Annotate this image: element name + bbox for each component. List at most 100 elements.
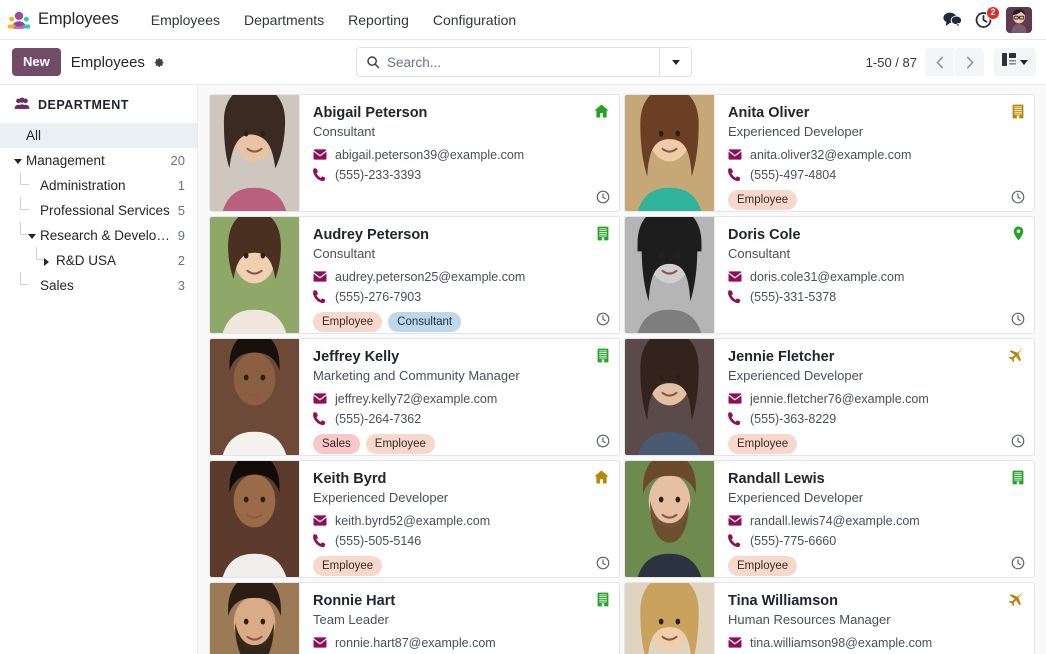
sidebar-item-rd-usa[interactable]: R&D USA 2 <box>0 248 197 273</box>
employee-phone-row[interactable]: (555)-505-5146 <box>313 531 609 551</box>
clock-icon[interactable] <box>1011 190 1025 204</box>
clock-icon[interactable] <box>1011 556 1025 570</box>
employee-card-7[interactable]: Randall Lewis Experienced Developer rand… <box>624 460 1035 578</box>
menu-item-employees[interactable]: Employees <box>139 8 232 32</box>
employee-card-6[interactable]: Keith Byrd Experienced Developer keith.b… <box>209 460 620 578</box>
clock-icon[interactable] <box>1011 434 1025 448</box>
menu-item-reporting[interactable]: Reporting <box>336 8 421 32</box>
top-navbar: Employees Employees Departments Reportin… <box>0 0 1046 40</box>
clock-icon[interactable] <box>1011 312 1025 326</box>
employee-email-row[interactable]: jennie.fletcher76@example.com <box>728 389 1024 409</box>
sidebar-item-research-and-development[interactable]: Research & Develop... 9 <box>0 223 197 248</box>
sidebar-item-sales[interactable]: Sales 3 <box>0 273 197 298</box>
chevron-down-icon[interactable] <box>28 234 36 239</box>
employee-name[interactable]: Jennie Fletcher <box>728 348 1024 367</box>
employee-phone-row[interactable]: (555)-331-5378 <box>728 287 1024 307</box>
chat-bubble-icon[interactable] <box>943 11 962 28</box>
pager-buttons <box>925 48 984 76</box>
clock-activity-icon[interactable]: 2 <box>975 11 993 29</box>
employee-name[interactable]: Randall Lewis <box>728 470 1024 489</box>
employee-photo <box>625 461 715 577</box>
employee-name[interactable]: Tina Williamson <box>728 592 1024 611</box>
employee-card-1[interactable]: Anita Oliver Experienced Developer anita… <box>624 94 1035 212</box>
employee-email-row[interactable]: doris.cole31@example.com <box>728 267 1024 287</box>
plane-icon[interactable] <box>1008 348 1024 363</box>
menu-item-configuration[interactable]: Configuration <box>421 8 528 32</box>
employee-email-row[interactable]: randall.lewis74@example.com <box>728 511 1024 531</box>
sidebar-item-professional-services[interactable]: Professional Services 5 <box>0 198 197 223</box>
employee-name[interactable]: Doris Cole <box>728 226 1024 245</box>
chevron-down-icon[interactable] <box>14 159 22 164</box>
employee-email: audrey.peterson25@example.com <box>335 267 525 287</box>
employees-app-icon[interactable] <box>6 7 32 33</box>
avatar[interactable] <box>1006 7 1032 33</box>
pager-previous-button[interactable] <box>925 48 954 76</box>
gear-icon[interactable] <box>152 56 165 69</box>
kanban-card[interactable]: Keith Byrd Experienced Developer keith.b… <box>207 460 622 582</box>
employee-name[interactable]: Audrey Peterson <box>313 226 609 245</box>
kanban-card[interactable]: Jeffrey Kelly Marketing and Community Ma… <box>207 338 622 460</box>
chevron-right-icon[interactable] <box>44 258 49 266</box>
search-input[interactable] <box>387 48 659 76</box>
employee-email-row[interactable]: jeffrey.kelly72@example.com <box>313 389 609 409</box>
sidebar-item-administration[interactable]: Administration 1 <box>0 173 197 198</box>
menu-item-departments[interactable]: Departments <box>232 8 336 32</box>
kanban-card[interactable]: Audrey Peterson Consultant audrey.peters… <box>207 216 622 338</box>
employee-name[interactable]: Keith Byrd <box>313 470 609 489</box>
employee-card-0[interactable]: Abigail Peterson Consultant abigail.pete… <box>209 94 620 212</box>
employee-name[interactable]: Anita Oliver <box>728 104 1024 123</box>
kanban-card[interactable]: Anita Oliver Experienced Developer anita… <box>622 94 1037 216</box>
employee-card-2[interactable]: Audrey Peterson Consultant audrey.peters… <box>209 216 620 334</box>
sidebar-item-all[interactable]: All <box>0 123 197 148</box>
home-icon[interactable] <box>594 470 609 484</box>
employee-card-9[interactable]: Tina Williamson Human Resources Manager … <box>624 582 1035 654</box>
employee-email-row[interactable]: tina.williamson98@example.com <box>728 633 1024 653</box>
employee-name[interactable]: Abigail Peterson <box>313 104 609 123</box>
search-dropdown-toggle[interactable] <box>659 48 691 76</box>
clock-icon[interactable] <box>596 312 610 326</box>
new-button[interactable]: New <box>12 48 61 76</box>
clock-icon[interactable] <box>596 434 610 448</box>
employee-email-row[interactable]: anita.oliver32@example.com <box>728 145 1024 165</box>
employee-card-8[interactable]: Ronnie Hart Team Leader ronnie.hart87@ex… <box>209 582 620 654</box>
employee-card-3[interactable]: Doris Cole Consultant doris.cole31@examp… <box>624 216 1035 334</box>
employee-name[interactable]: Jeffrey Kelly <box>313 348 609 367</box>
kanban-card[interactable]: Jennie Fletcher Experienced Developer je… <box>622 338 1037 460</box>
employee-phone-row[interactable]: (555)-276-7903 <box>313 287 609 307</box>
plane-icon[interactable] <box>1008 592 1024 607</box>
home-icon[interactable] <box>594 104 609 118</box>
employee-tags: EmployeeConsultant <box>313 312 609 332</box>
employee-card-4[interactable]: Jeffrey Kelly Marketing and Community Ma… <box>209 338 620 456</box>
clock-icon[interactable] <box>596 556 610 570</box>
employee-card-5[interactable]: Jennie Fletcher Experienced Developer je… <box>624 338 1035 456</box>
clock-icon[interactable] <box>596 190 610 204</box>
searchbar[interactable] <box>356 47 692 77</box>
kanban-card[interactable]: Doris Cole Consultant doris.cole31@examp… <box>622 216 1037 338</box>
employee-phone-row[interactable]: (555)-363-8229 <box>728 409 1024 429</box>
employee-phone-row[interactable]: (555)-775-6660 <box>728 531 1024 551</box>
employee-email-row[interactable]: ronnie.hart87@example.com <box>313 633 609 653</box>
office-building-icon[interactable] <box>597 226 609 241</box>
pager-next-button[interactable] <box>955 48 984 76</box>
kanban-card[interactable]: Tina Williamson Human Resources Manager … <box>622 582 1037 654</box>
employee-email-row[interactable]: keith.byrd52@example.com <box>313 511 609 531</box>
employee-phone-row[interactable]: (555)-264-7362 <box>313 409 609 429</box>
employee-name[interactable]: Ronnie Hart <box>313 592 609 611</box>
office-building-icon[interactable] <box>1012 104 1024 119</box>
employee-phone-row[interactable]: (555)-497-4804 <box>728 165 1024 185</box>
sidebar-item-count: 20 <box>165 153 185 168</box>
kanban-card[interactable]: Ronnie Hart Team Leader ronnie.hart87@ex… <box>207 582 622 654</box>
office-building-icon[interactable] <box>1012 470 1024 485</box>
employee-job-title: Experienced Developer <box>728 123 1024 142</box>
sidebar-item-management[interactable]: Management 20 <box>0 148 197 173</box>
office-building-icon[interactable] <box>597 348 609 363</box>
employee-email-row[interactable]: audrey.peterson25@example.com <box>313 267 609 287</box>
kanban-card[interactable]: Abigail Peterson Consultant abigail.pete… <box>207 94 622 216</box>
view-switcher-kanban[interactable] <box>994 48 1036 76</box>
office-building-icon[interactable] <box>597 592 609 607</box>
employee-phone-row[interactable]: (555)-233-3393 <box>313 165 609 185</box>
kanban-card[interactable]: Randall Lewis Experienced Developer rand… <box>622 460 1037 582</box>
map-pin-icon[interactable] <box>1013 226 1024 241</box>
employee-email-row[interactable]: abigail.peterson39@example.com <box>313 145 609 165</box>
employee-card-body: Jeffrey Kelly Marketing and Community Ma… <box>300 339 619 455</box>
